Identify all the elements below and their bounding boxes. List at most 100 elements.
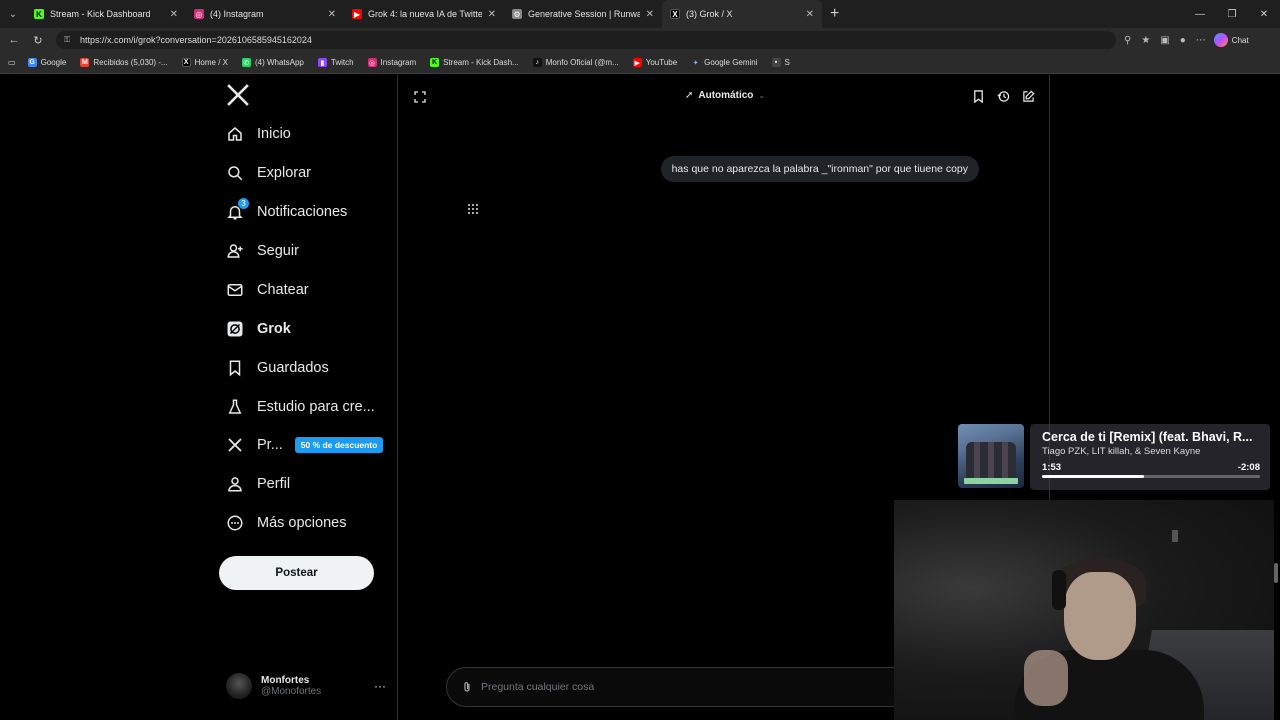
gemini-icon: ✦	[692, 59, 699, 67]
bookmarks-menu-icon[interactable]: ▭	[8, 58, 16, 67]
remaining-time: -2:08	[1237, 462, 1260, 473]
sidebar-item-guardados[interactable]: Guardados	[226, 353, 329, 383]
loading-icon	[468, 204, 478, 214]
expand-icon[interactable]	[414, 91, 426, 103]
close-tab-icon[interactable]: ✕	[170, 9, 178, 20]
bookmark-gemini[interactable]: ✦ Google Gemini	[691, 58, 758, 67]
restore-icon[interactable]: ❐	[1216, 0, 1248, 28]
url-text: https://x.com/i/grok?conversation=202610…	[80, 35, 312, 45]
bookmark-instagram[interactable]: ◎ Instagram	[367, 58, 416, 67]
more-circle-icon	[226, 514, 244, 532]
youtube-icon: ▶	[352, 9, 362, 19]
sidebar-item-label: Chatear	[257, 282, 309, 298]
instagram-icon: ◎	[194, 9, 204, 19]
bookmark-gmail[interactable]: M Recibidos (5,030) -...	[80, 58, 168, 67]
x-premium-icon	[226, 436, 244, 454]
sidebar-item-notificaciones[interactable]: 3 Notificaciones	[226, 197, 347, 227]
bookmark-google[interactable]: G Google	[27, 58, 67, 67]
sidebar-item-explorar[interactable]: Explorar	[226, 158, 311, 188]
bookmark-x-home[interactable]: X Home / X	[181, 58, 228, 67]
track-artist: Tiago PZK, LIT killah, & Seven Kayne	[1042, 446, 1201, 457]
bookmark-label: Monfo Oficial (@m...	[545, 58, 619, 67]
sidebar-item-premium[interactable]: Pr... 50 % de descuento	[226, 430, 384, 460]
bookmark-label: Google	[40, 58, 67, 67]
sidebar-item-grok[interactable]: Grok	[226, 314, 291, 344]
bookmark-tiktok[interactable]: ♪ Monfo Oficial (@m...	[532, 58, 619, 67]
browser-tab-bar: ⌄ K Stream - Kick Dashboard ✕ ◎ (4) Inst…	[0, 0, 1280, 28]
url-field[interactable]: ⚿ https://x.com/i/grok?conversation=2026…	[56, 31, 1116, 49]
sidebar-item-label: Perfil	[257, 476, 291, 492]
collections-icon[interactable]: ▣	[1160, 35, 1169, 46]
bookmark-label: Recibidos (5,030) -...	[93, 58, 168, 67]
sidebar-item-seguir[interactable]: Seguir	[226, 236, 299, 266]
instagram-icon: ◎	[367, 58, 377, 67]
youtube-icon: ▶	[632, 58, 642, 67]
grok-top-actions	[972, 90, 1035, 103]
back-icon[interactable]: ←	[2, 34, 26, 46]
post-button[interactable]: Postear	[219, 556, 374, 590]
browser-tab-instagram[interactable]: ◎ (4) Instagram ✕	[186, 0, 344, 28]
close-tab-icon[interactable]: ✕	[488, 9, 496, 20]
bookmark-whatsapp[interactable]: ✆ (4) WhatsApp	[241, 58, 304, 67]
browser-tab-kick[interactable]: K Stream - Kick Dashboard ✕	[26, 0, 186, 28]
browser-tab-youtube[interactable]: ▶ Grok 4: la nueva IA de Twitter para ✕	[344, 0, 504, 28]
close-tab-icon[interactable]: ✕	[646, 9, 654, 20]
sidebar-item-perfil[interactable]: Perfil	[226, 469, 290, 499]
close-window-icon[interactable]: ✕	[1248, 0, 1280, 28]
mail-icon	[226, 281, 244, 299]
tab-title: Stream - Kick Dashboard	[50, 9, 151, 19]
profile-icon[interactable]: ●	[1180, 35, 1186, 46]
sidebar-item-label: Pr...	[257, 437, 283, 453]
x-logo-icon[interactable]	[226, 83, 250, 107]
history-icon[interactable]	[997, 90, 1010, 103]
scrollbar[interactable]	[1274, 563, 1278, 583]
sidebar-item-label: Explorar	[257, 165, 311, 181]
bookmark-label: (4) WhatsApp	[254, 58, 304, 67]
site-info-icon[interactable]: ⚿	[64, 35, 74, 45]
menu-icon[interactable]: ⋯	[1196, 35, 1206, 46]
bookmark-label: YouTube	[645, 58, 678, 67]
sidebar-item-label: Notificaciones	[257, 204, 348, 220]
close-tab-icon[interactable]: ✕	[328, 9, 336, 20]
sidebar-item-inicio[interactable]: Inicio	[226, 119, 291, 149]
bookmark-twitch[interactable]: ▮ Twitch	[317, 58, 354, 67]
attach-icon[interactable]	[461, 681, 473, 693]
copilot-icon	[1213, 33, 1228, 47]
bookmark-kick[interactable]: K Stream - Kick Dash...	[430, 58, 519, 67]
sidebar-item-label: Grok	[257, 321, 291, 337]
chat-label: Chat	[1231, 35, 1249, 45]
sidebar-item-mas-opciones[interactable]: Más opciones	[226, 508, 346, 538]
follow-icon	[226, 242, 244, 260]
kick-icon: K	[34, 9, 44, 19]
model-selector[interactable]: ➚ Automático ⌄	[685, 90, 765, 101]
sidebar-item-label: Estudio para cre...	[257, 399, 375, 415]
new-chat-icon[interactable]	[1022, 90, 1035, 103]
account-switcher[interactable]: Monfortes @Monofortes ···	[226, 671, 386, 701]
close-tab-icon[interactable]: ✕	[806, 9, 814, 20]
browser-tab-grok[interactable]: X (3) Grok / X ✕	[662, 0, 822, 28]
copilot-chat-button[interactable]: Chat	[1213, 33, 1249, 47]
browser-tab-runway[interactable]: ⚙ Generative Session | Runway AI ✕	[504, 0, 662, 28]
reload-icon[interactable]: ↻	[26, 34, 50, 47]
notification-count-badge: 3	[238, 198, 249, 209]
toolbar-icons: ⚲ ★ ▣ ● ⋯	[1124, 35, 1206, 46]
bookmark-favicon-icon: ▪	[771, 58, 781, 67]
tab-title: Grok 4: la nueva IA de Twitter para	[368, 9, 482, 19]
minimize-icon[interactable]: —	[1184, 0, 1216, 28]
chevron-down-icon: ⌄	[758, 91, 766, 100]
new-tab-button[interactable]: +	[830, 5, 839, 23]
account-handle: @Monofortes	[261, 686, 322, 697]
bookmark-s[interactable]: ▪ S	[771, 58, 790, 67]
favorites-icon[interactable]: ★	[1141, 35, 1150, 46]
sidebar-item-chatear[interactable]: Chatear	[226, 275, 309, 305]
search-icon	[226, 164, 244, 182]
tiktok-icon: ♪	[532, 58, 542, 67]
bookmark-youtube[interactable]: ▶ YouTube	[632, 58, 678, 67]
sidebar-item-estudio[interactable]: Estudio para cre...	[226, 392, 375, 422]
more-icon[interactable]: ···	[374, 679, 386, 693]
grok-prompt-input[interactable]	[481, 681, 881, 693]
tab-list-button[interactable]: ⌄	[0, 0, 26, 28]
extensions-icon[interactable]: ⚲	[1124, 35, 1131, 46]
bookmark-icon[interactable]	[972, 90, 985, 103]
left-sidebar: Inicio Explorar 3 Notificaciones Seguir …	[218, 75, 398, 720]
